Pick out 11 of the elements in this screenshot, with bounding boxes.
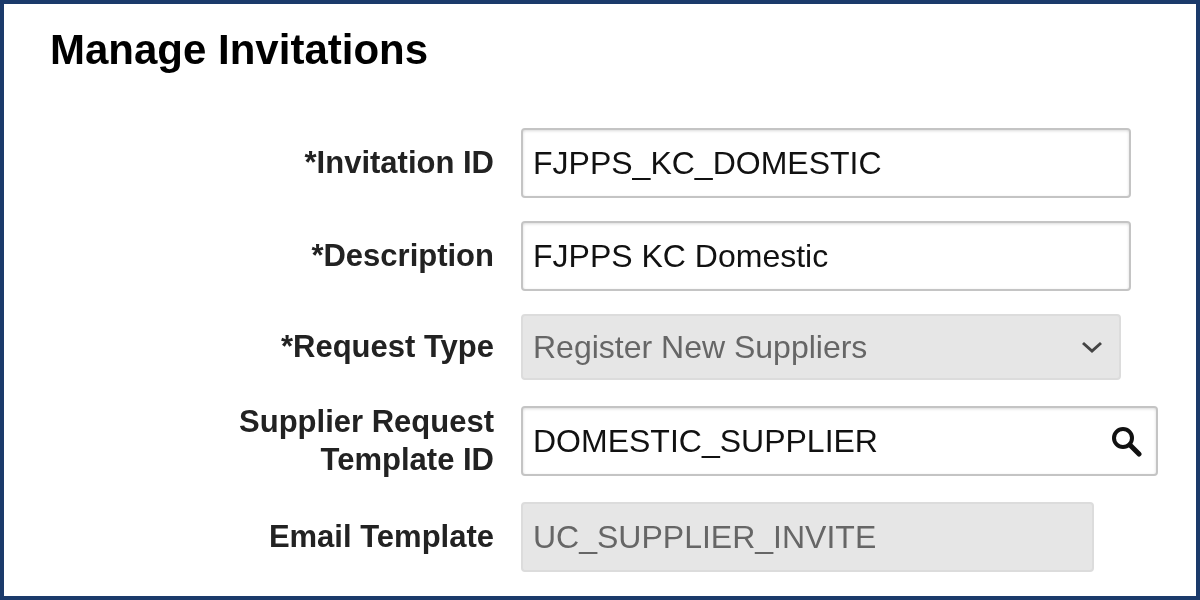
field-label: *Request Type	[279, 328, 494, 366]
field-label: Email Template	[267, 518, 494, 556]
field-label: *Description	[310, 237, 494, 275]
field-label: Supplier Request Template ID	[238, 403, 494, 479]
input-field[interactable]: DOMESTIC_SUPPLIER	[521, 406, 1158, 476]
page-title: Manage Invitations	[50, 25, 430, 75]
field-label: *Invitation ID	[303, 144, 494, 182]
input-field[interactable]: FJPPS_KC_DOMESTIC	[521, 128, 1131, 198]
chevron-down-icon	[1079, 339, 1105, 355]
search-icon[interactable]	[1110, 425, 1142, 457]
input-field[interactable]: FJPPS KC Domestic	[521, 221, 1131, 291]
